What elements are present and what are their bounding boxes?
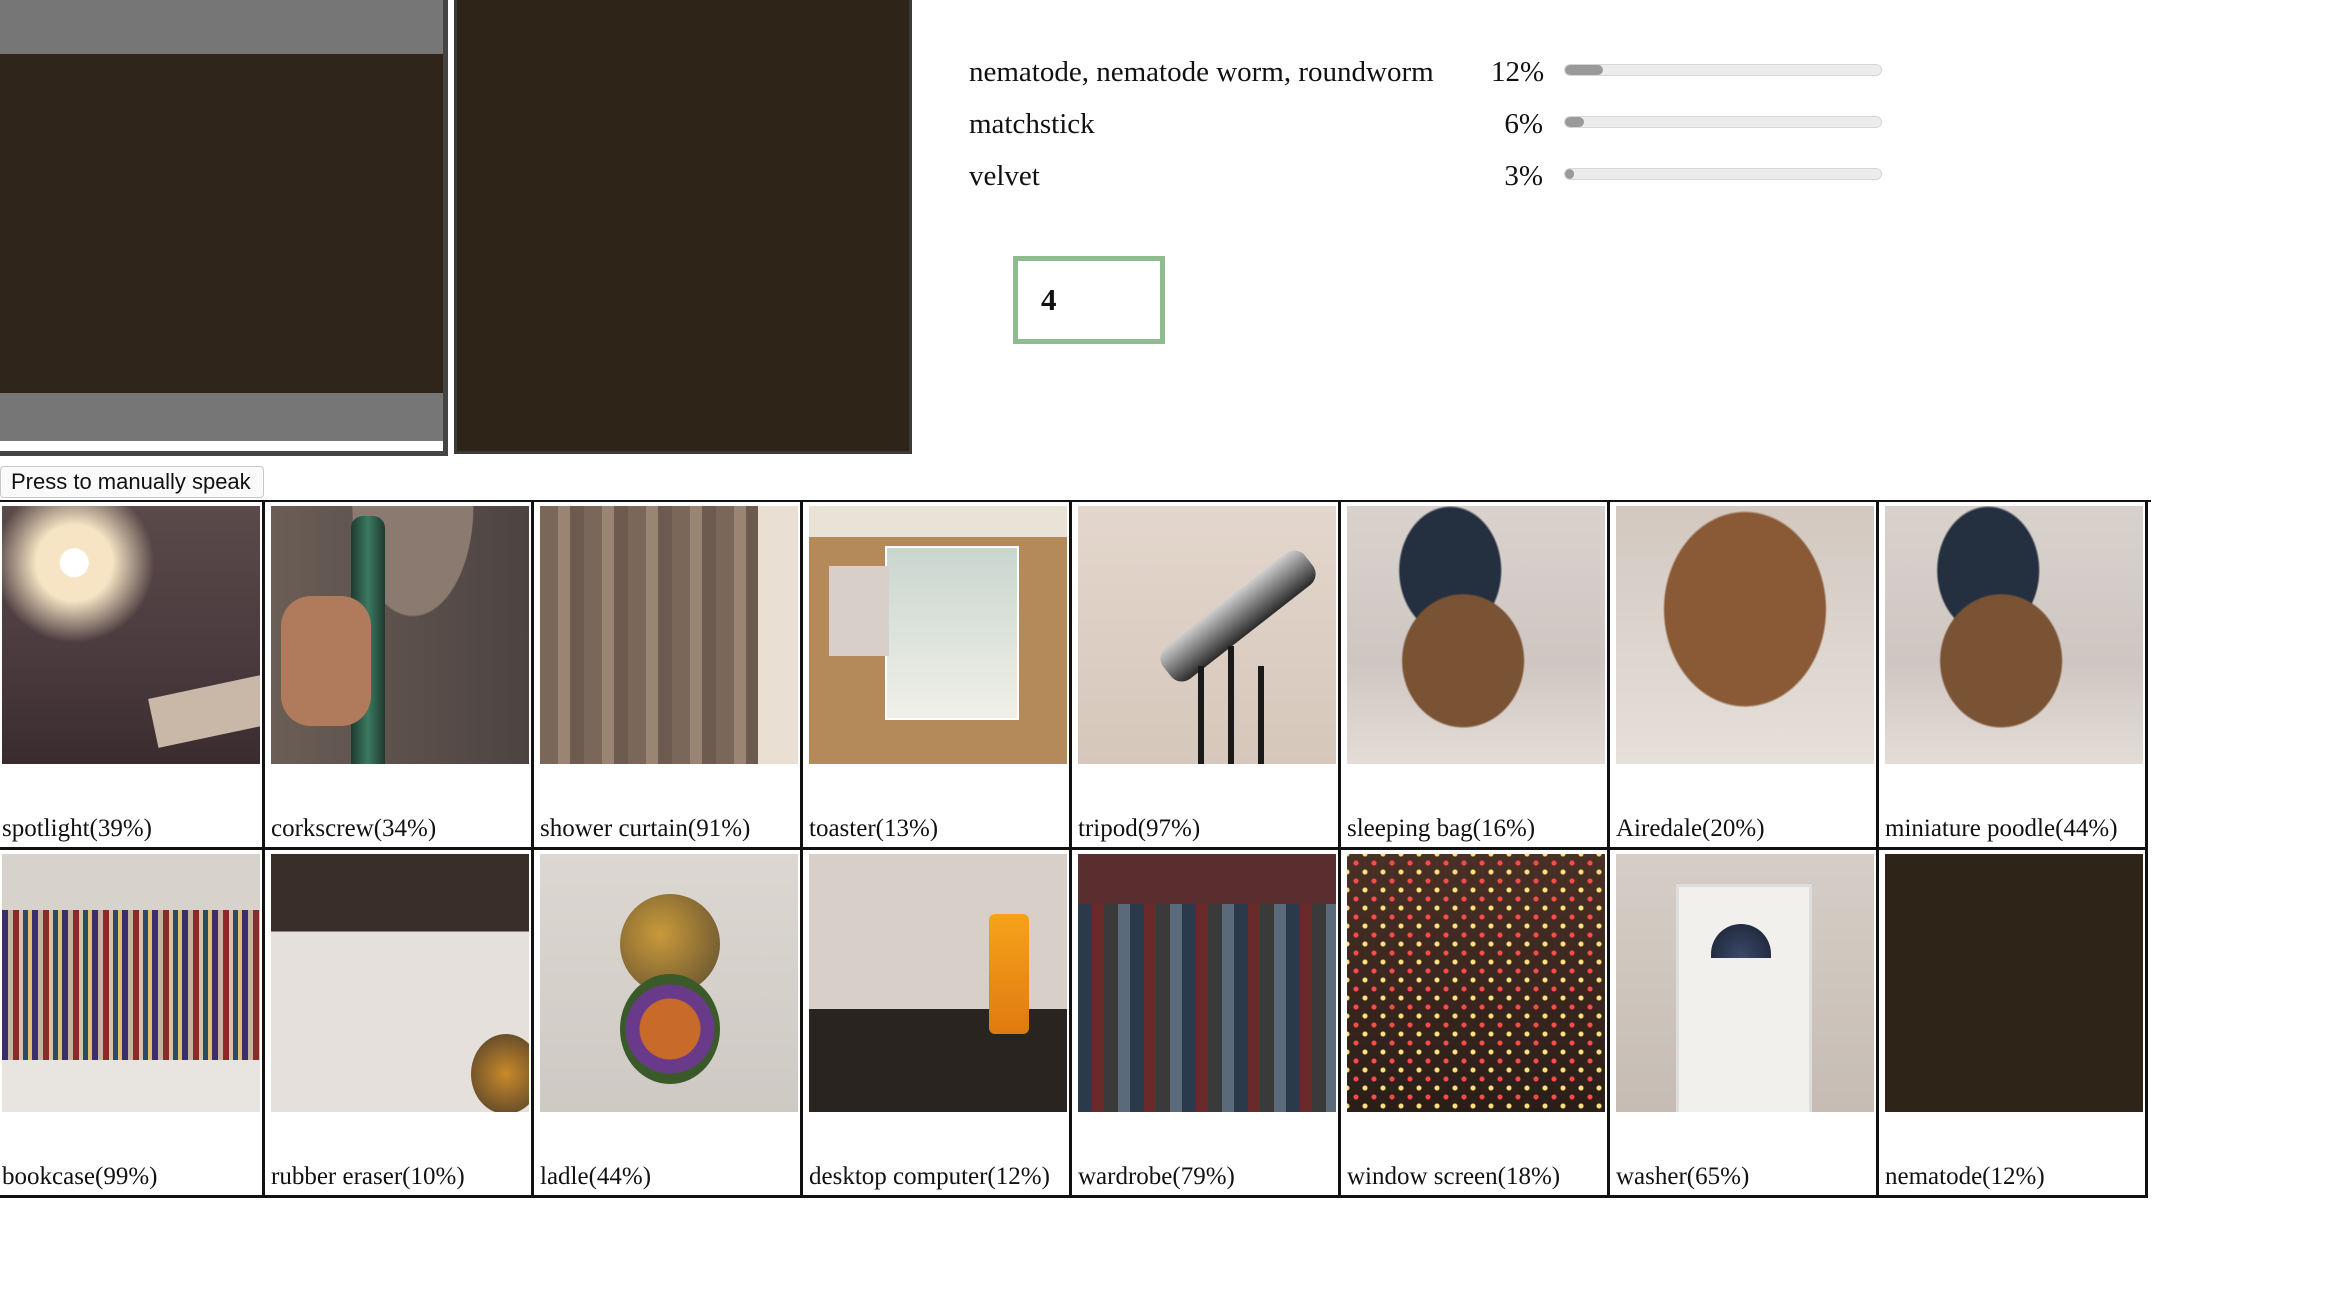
webcam-feed (0, 54, 443, 393)
gallery-item[interactable]: toaster(13%) (803, 502, 1072, 850)
prediction-bar-fill (1565, 65, 1603, 75)
gallery-caption: bookcase(99%) (2, 1163, 158, 1190)
gallery-item[interactable]: corkscrew(34%) (265, 502, 534, 850)
manual-speak-button[interactable]: Press to manually speak (0, 466, 264, 498)
gallery-thumbnail (540, 506, 798, 764)
gallery-item[interactable]: Airedale(20%) (1610, 502, 1879, 850)
prediction-bar (1564, 168, 1882, 180)
gallery-caption: nematode(12%) (1885, 1163, 2045, 1190)
gallery-item[interactable]: window screen(18%) (1341, 850, 1610, 1198)
gallery-thumbnail (809, 506, 1067, 764)
gallery-caption: corkscrew(34%) (271, 815, 437, 842)
gallery-item[interactable]: rubber eraser(10%) (265, 850, 534, 1198)
gallery-thumbnail (271, 854, 529, 1112)
gallery-item[interactable]: wardrobe(79%) (1072, 850, 1341, 1198)
gallery-caption: shower curtain(91%) (540, 815, 751, 842)
prediction-percent: 6% (1504, 107, 1543, 140)
gallery-thumbnail (1616, 854, 1874, 1112)
gallery-caption: miniature poodle(44%) (1885, 815, 2118, 842)
gallery-thumbnail (1078, 854, 1336, 1112)
prediction-row: matchstick 6% (969, 104, 1543, 144)
gallery-caption: desktop computer(12%) (809, 1163, 1050, 1190)
gallery-caption: window screen(18%) (1347, 1163, 1561, 1190)
prediction-bar-fill (1565, 117, 1584, 127)
gallery-item[interactable]: nematode(12%) (1879, 850, 2148, 1198)
gallery-item[interactable]: desktop computer(12%) (803, 850, 1072, 1198)
gallery-caption: ladle(44%) (540, 1163, 652, 1190)
prediction-percent: 12% (1491, 55, 1545, 88)
prediction-row: velvet 3% (969, 156, 1543, 196)
gallery-caption: tripod(97%) (1078, 815, 1201, 842)
gallery-caption: toaster(13%) (809, 815, 939, 842)
gallery-item[interactable]: miniature poodle(44%) (1879, 502, 2148, 850)
counter-box: 4 (1013, 256, 1165, 344)
prediction-label: matchstick (969, 107, 1095, 140)
gallery-caption: rubber eraser(10%) (271, 1163, 465, 1190)
gallery-item[interactable]: washer(65%) (1610, 850, 1879, 1198)
gallery-item[interactable]: shower curtain(91%) (534, 502, 803, 850)
webcam-bottom-strip (0, 441, 443, 451)
prediction-percent: 3% (1504, 159, 1543, 192)
prediction-label: nematode, nematode worm, roundworm (969, 55, 1434, 88)
gallery-thumbnail (1616, 506, 1874, 764)
gallery-thumbnail (271, 506, 529, 764)
gallery-caption: washer(65%) (1616, 1163, 1750, 1190)
gallery-caption: sleeping bag(16%) (1347, 815, 1536, 842)
gallery-thumbnail (1347, 854, 1605, 1112)
gallery-thumbnail (540, 854, 798, 1112)
captured-frame (454, 0, 912, 454)
gallery-thumbnail (2, 854, 260, 1112)
prediction-bar (1564, 116, 1882, 128)
snapshot-gallery: spotlight(39%) corkscrew(34%) shower cur… (0, 500, 2151, 1199)
gallery-item[interactable]: ladle(44%) (534, 850, 803, 1198)
gallery-thumbnail (1347, 506, 1605, 764)
gallery-item[interactable]: tripod(97%) (1072, 502, 1341, 850)
gallery-item[interactable]: spotlight(39%) (0, 502, 265, 850)
gallery-thumbnail (1078, 506, 1336, 764)
webcam-preview (0, 0, 448, 456)
prediction-bar-fill (1565, 169, 1575, 179)
gallery-thumbnail (2, 506, 260, 764)
prediction-bar (1564, 64, 1882, 76)
gallery-caption: Airedale(20%) (1616, 815, 1765, 842)
prediction-label: velvet (969, 159, 1040, 192)
gallery-caption: wardrobe(79%) (1078, 1163, 1235, 1190)
gallery-thumbnail (1885, 854, 2143, 1112)
gallery-thumbnail (1885, 506, 2143, 764)
gallery-item[interactable]: bookcase(99%) (0, 850, 265, 1198)
gallery-item[interactable]: sleeping bag(16%) (1341, 502, 1610, 850)
gallery-thumbnail (809, 854, 1067, 1112)
prediction-row: nematode, nematode worm, roundworm 12% (969, 52, 1545, 92)
gallery-caption: spotlight(39%) (2, 815, 152, 842)
